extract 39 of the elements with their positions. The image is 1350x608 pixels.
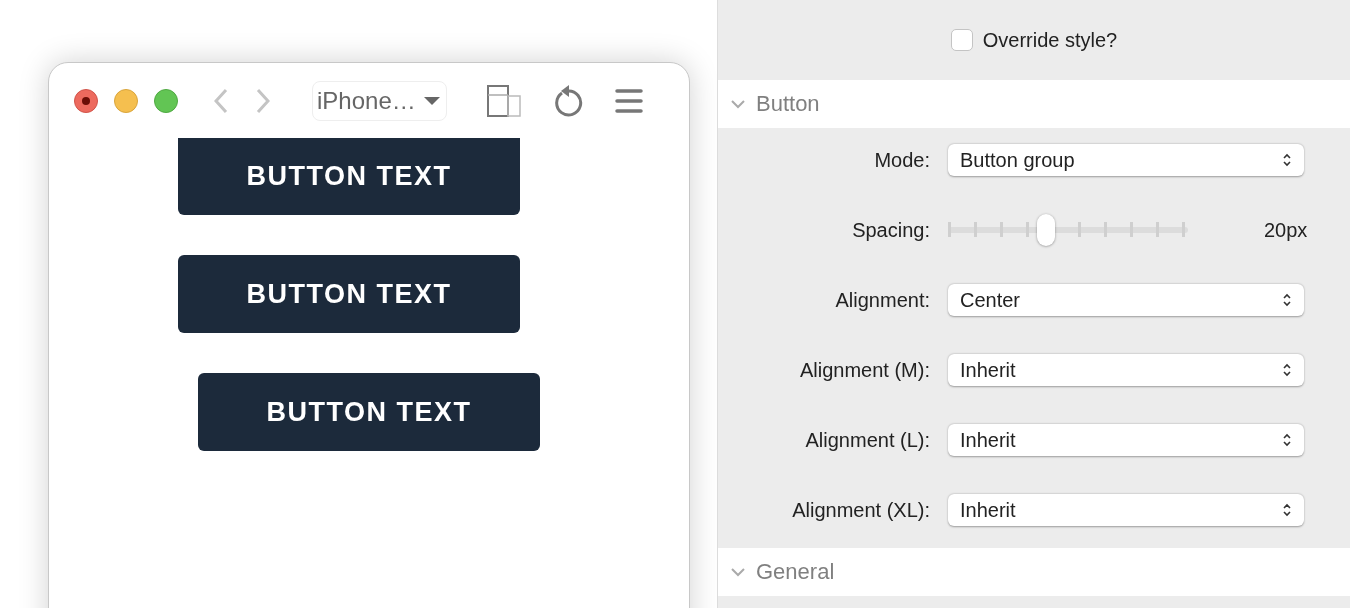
section-header[interactable]: Button: [718, 80, 1350, 128]
dropdown[interactable]: Inherit: [948, 354, 1304, 386]
updown-caret-icon: [1282, 432, 1292, 448]
preview-button[interactable]: BUTTON TEXT: [178, 255, 520, 333]
caret-icon: [423, 95, 440, 106]
device-dropdown[interactable]: iPhone…: [312, 80, 447, 121]
minimize-button[interactable]: [114, 88, 138, 113]
section-header[interactable]: General: [718, 548, 1350, 596]
forward-icon[interactable]: [256, 87, 270, 114]
preview-button[interactable]: BUTTON TEXT: [178, 138, 520, 215]
checkbox[interactable]: [950, 29, 973, 51]
field-label: Alignment (XL):: [791, 498, 930, 522]
slider-thumb[interactable]: [1037, 214, 1056, 246]
preview-button[interactable]: BUTTON TEXT: [198, 373, 540, 451]
close-button[interactable]: [74, 88, 98, 113]
updown-caret-icon: [1282, 362, 1292, 378]
checkbox-label: Override style?: [982, 28, 1118, 52]
zoom-button[interactable]: [154, 88, 178, 113]
menu-icon[interactable]: [614, 88, 643, 113]
updown-caret-icon: [1282, 502, 1292, 518]
reload-icon[interactable]: [552, 84, 583, 117]
dropdown[interactable]: Inherit: [948, 424, 1304, 456]
section-title: Button: [756, 91, 820, 117]
chevron-icon[interactable]: [730, 567, 746, 577]
dropdown[interactable]: Inherit: [948, 494, 1304, 526]
updown-caret-icon: [1282, 152, 1292, 168]
field-label: Alignment (L):: [804, 428, 930, 452]
back-icon[interactable]: [214, 87, 228, 114]
updown-caret-icon: [1282, 292, 1292, 308]
section-title: General: [756, 559, 835, 585]
field-label: Alignment (M):: [798, 358, 930, 382]
dropdown[interactable]: Button group: [948, 144, 1304, 176]
slider-value: 20px: [1264, 218, 1309, 242]
dropdown[interactable]: Center: [948, 284, 1304, 316]
field-label: Alignment:: [834, 288, 930, 312]
chevron-icon[interactable]: [730, 99, 746, 109]
field-label: Spacing:: [851, 218, 930, 242]
field-label: Mode:: [873, 148, 930, 172]
layout-icon[interactable]: [486, 84, 521, 117]
